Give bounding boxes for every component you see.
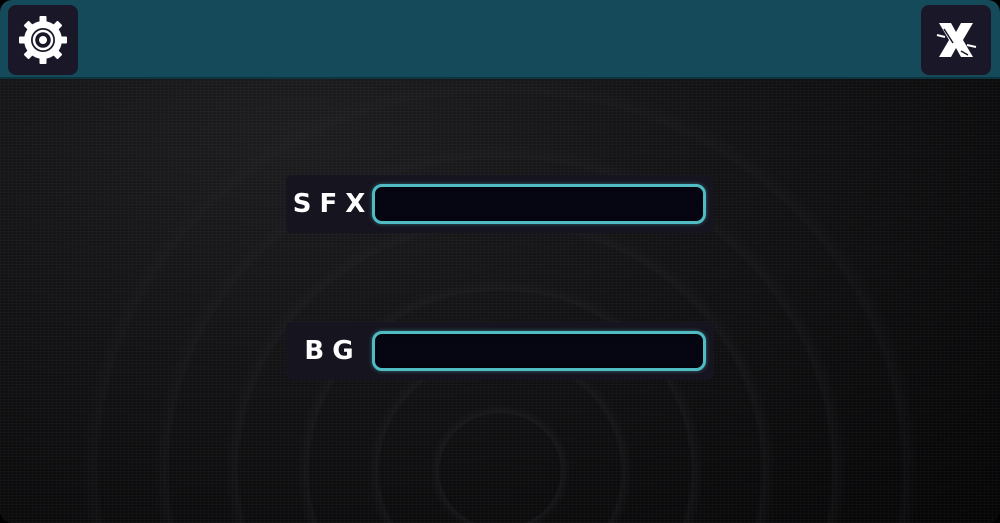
close-button[interactable] <box>921 5 991 75</box>
sfx-label: SFX <box>292 189 374 219</box>
bg-volume-row: BG <box>286 322 714 380</box>
bg-volume-slider[interactable] <box>372 331 706 371</box>
settings-button[interactable] <box>8 5 78 75</box>
top-bar <box>0 0 1000 79</box>
sfx-volume-row: SFX <box>286 175 714 233</box>
close-icon <box>936 23 977 57</box>
gear-icon <box>19 16 67 64</box>
settings-window: SFX BG <box>0 0 1000 523</box>
bg-label: BG <box>304 336 362 366</box>
sfx-volume-slider[interactable] <box>372 184 706 224</box>
